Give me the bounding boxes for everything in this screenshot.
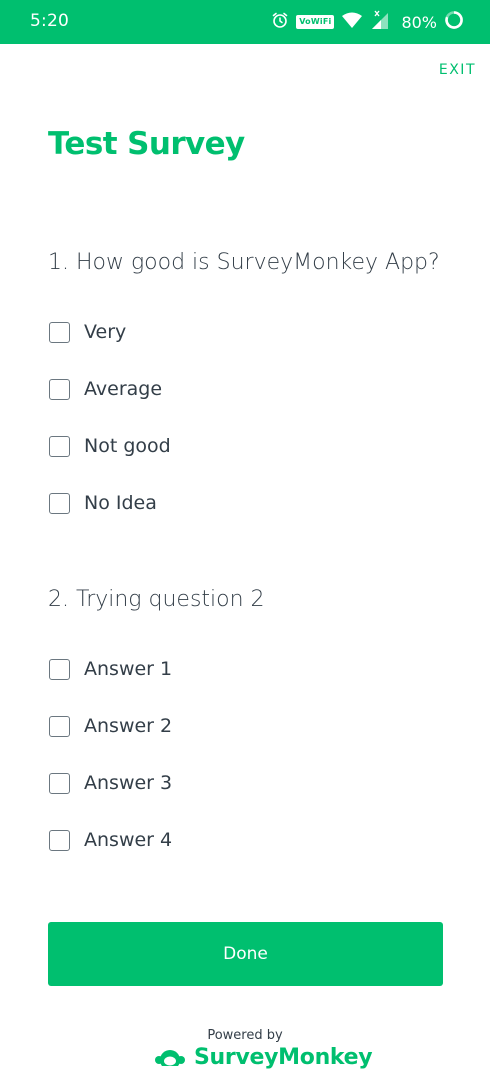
q1-option-very[interactable]: Very — [49, 319, 126, 345]
option-label: Very — [84, 321, 127, 343]
wifi-icon — [341, 11, 363, 33]
status-bar: 5:20 VoWiFi 80% — [0, 0, 490, 44]
status-icons: VoWiFi 80% — [271, 8, 464, 36]
question-1-text: 1. How good is SurveyMonkey App? — [48, 250, 440, 275]
question-2-text: 2. Trying question 2 — [48, 587, 265, 612]
option-label: Answer 4 — [84, 829, 173, 851]
option-label: Average — [84, 378, 163, 400]
signal-icon — [370, 10, 390, 34]
option-label: Answer 2 — [84, 715, 173, 737]
option-label: Not good — [84, 435, 171, 457]
exit-button[interactable]: EXIT — [439, 62, 476, 78]
survey-title: Test Survey — [48, 126, 245, 162]
alarm-icon — [271, 11, 289, 33]
checkbox[interactable] — [49, 435, 70, 457]
powered-by-label: Powered by — [207, 1028, 283, 1043]
option-label: Answer 1 — [84, 658, 173, 680]
status-time: 5:20 — [30, 11, 69, 31]
q2-option-answer-3[interactable]: Answer 3 — [49, 770, 172, 796]
surveymonkey-logo-icon — [154, 1046, 186, 1070]
battery-percent: 80% — [401, 12, 437, 32]
q1-option-no-idea[interactable]: No Idea — [49, 490, 157, 516]
brand-logo: SurveyMonkey — [154, 1045, 373, 1070]
checkbox[interactable] — [49, 715, 70, 737]
checkbox[interactable] — [49, 658, 70, 680]
q2-option-answer-2[interactable]: Answer 2 — [49, 713, 172, 739]
q2-option-answer-4[interactable]: Answer 4 — [49, 827, 172, 853]
done-button[interactable]: Done — [48, 922, 443, 986]
checkbox[interactable] — [49, 321, 70, 343]
q1-option-not-good[interactable]: Not good — [49, 433, 171, 459]
option-label: No Idea — [84, 492, 157, 514]
option-label: Answer 3 — [84, 772, 173, 794]
vowifi-badge: VoWiFi — [296, 15, 335, 29]
checkbox[interactable] — [49, 772, 70, 794]
q2-option-answer-1[interactable]: Answer 1 — [49, 656, 172, 682]
checkbox[interactable] — [49, 378, 70, 400]
brand-name: SurveyMonkey — [194, 1045, 373, 1070]
battery-ring-icon — [444, 10, 464, 34]
checkbox[interactable] — [49, 492, 70, 514]
q1-option-average[interactable]: Average — [49, 376, 162, 402]
checkbox[interactable] — [49, 829, 70, 851]
